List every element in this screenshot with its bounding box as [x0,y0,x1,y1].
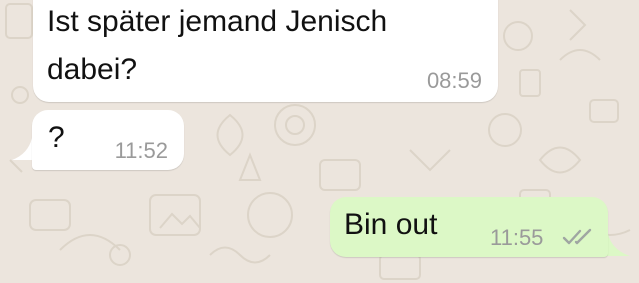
message-text-line: dabei? [47,53,138,86]
message-text-line: ? [48,121,65,154]
message-timestamp: 11:52 [114,138,168,163]
message-bubble-outgoing[interactable]: Bin out 11:55 [330,197,608,257]
message-bubble-incoming[interactable]: Ist später jemand Jenisch dabei? 08:59 [33,0,498,102]
message-timestamp: 11:55 [490,225,544,250]
chat-view[interactable]: Ist später jemand Jenisch dabei? 08:59 ?… [0,0,639,283]
message-bubble-incoming[interactable]: ? 11:52 [32,110,184,170]
message-text-line: Ist später jemand Jenisch [47,5,388,38]
message-text-line: Bin out [344,208,438,241]
message-timestamp: 08:59 [426,68,482,93]
double-check-icon [562,228,592,245]
